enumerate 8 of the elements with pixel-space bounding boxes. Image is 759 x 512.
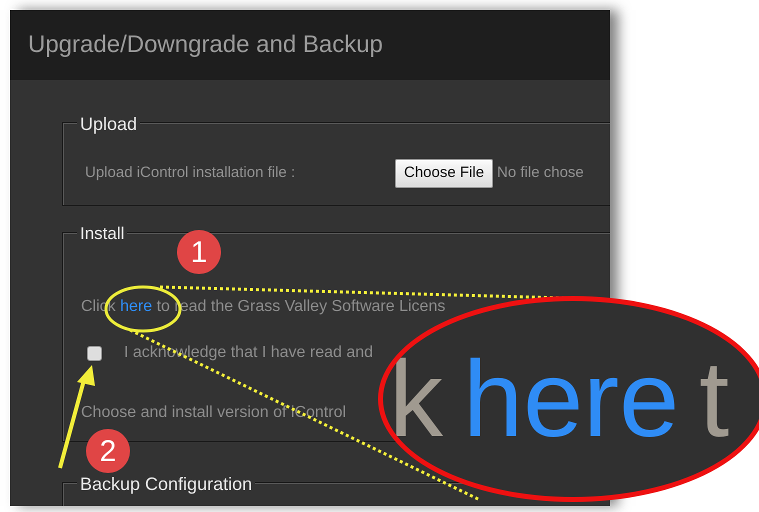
file-status: No file chose [497,163,584,183]
acknowledge-checkbox[interactable] [87,346,102,360]
upload-label: Upload iControl installation file : [85,163,296,183]
magnified-text: k [389,345,443,453]
magnified-text: t [699,345,730,453]
license-link[interactable]: here [120,298,152,315]
choose-file-button[interactable]: Choose File [395,159,494,188]
window-title: Upgrade/Downgrade and Backup [28,30,383,60]
